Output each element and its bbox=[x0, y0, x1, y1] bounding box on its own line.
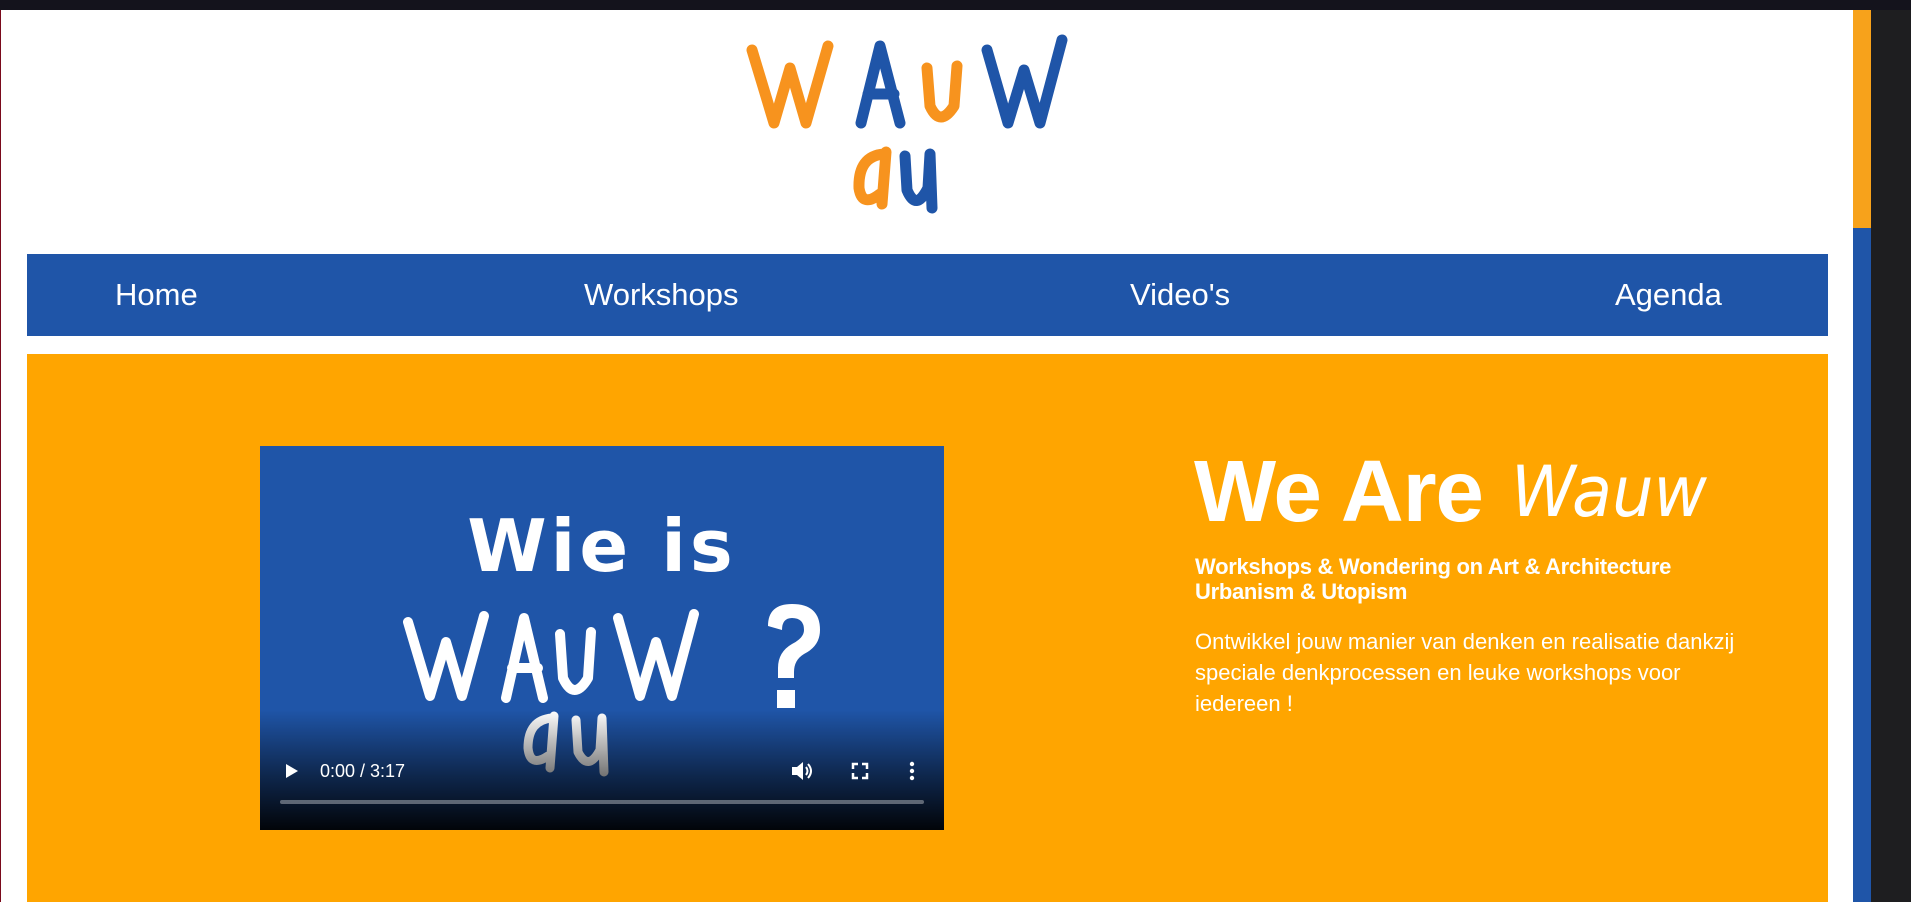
hero-subtitle-line1: Workshops & Wondering on Art & Architect… bbox=[1195, 554, 1672, 579]
hero-description: Ontwikkel jouw manier van denken en real… bbox=[1195, 629, 1735, 716]
intro-video[interactable]: Wie is 0:00 / 3:17 bbox=[260, 446, 944, 830]
nav-item-agenda[interactable]: Agenda bbox=[1615, 254, 1722, 336]
more-options-icon[interactable] bbox=[904, 759, 920, 783]
browser-top-edge bbox=[0, 0, 1911, 10]
fullscreen-icon[interactable] bbox=[848, 759, 872, 783]
hero-subtitle: Workshops & Wondering on Art & Architect… bbox=[1195, 554, 1815, 604]
nav-item-home[interactable]: Home bbox=[115, 254, 198, 336]
hero-section: Wie is 0:00 / 3:17 We Are Wauw Workshops… bbox=[27, 354, 1828, 902]
play-icon[interactable] bbox=[278, 758, 304, 784]
page-right-margin bbox=[1828, 10, 1853, 902]
hero-title: We Are Wauw bbox=[1194, 442, 1814, 542]
video-time: 0:00 / 3:17 bbox=[320, 761, 406, 781]
wauw-logo[interactable] bbox=[740, 28, 1110, 228]
window-left-edge bbox=[0, 10, 1, 902]
video-poster-wauw-lettering bbox=[403, 609, 699, 703]
video-progress-bar[interactable] bbox=[280, 800, 924, 804]
window-right-edge bbox=[1871, 10, 1911, 902]
video-poster-line1: Wie is bbox=[467, 504, 737, 588]
volume-icon[interactable] bbox=[788, 758, 816, 784]
hero-title-plain: We Are bbox=[1194, 443, 1484, 540]
scrollbar-thumb[interactable] bbox=[1853, 10, 1871, 228]
hero-title-script: Wauw bbox=[1511, 452, 1708, 532]
nav-item-videos[interactable]: Video's bbox=[1130, 254, 1230, 336]
hero-title-script-text: Wauw bbox=[1511, 452, 1708, 532]
nav-item-workshops[interactable]: Workshops bbox=[584, 254, 739, 336]
hero-subtitle-line2: Urbanism & Utopism bbox=[1195, 579, 1408, 604]
main-nav: Home Workshops Video's Agenda bbox=[27, 254, 1828, 336]
video-poster-question-mark bbox=[768, 604, 820, 708]
